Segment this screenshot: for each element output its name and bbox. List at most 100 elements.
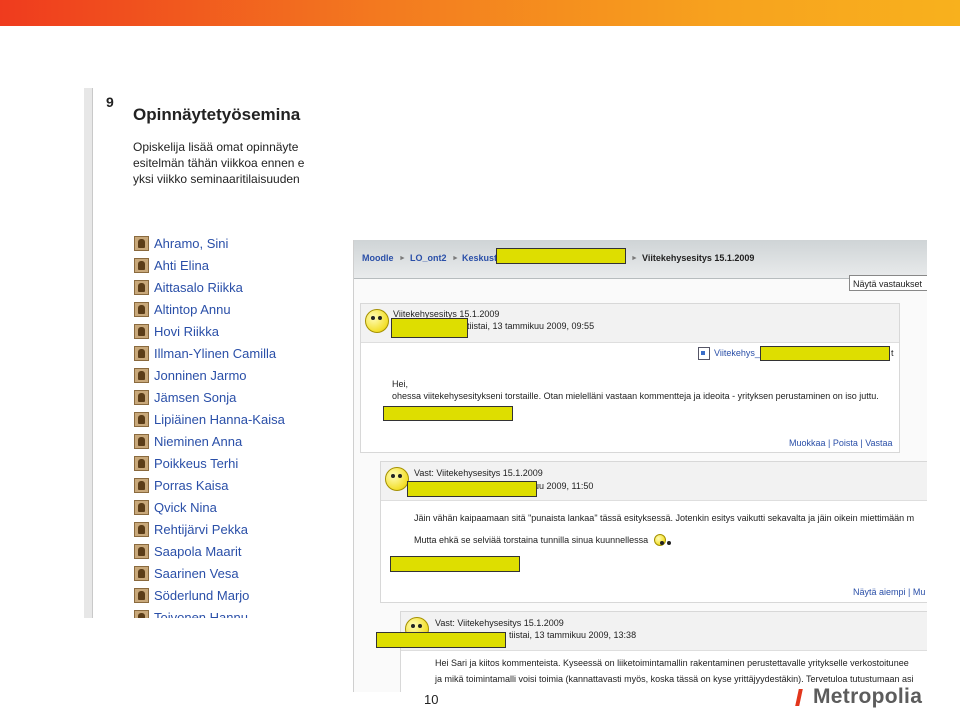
forum-discussion-screenshot: Moodle ► LO_ont2 ► Keskust ► Viitekehyse… [353, 240, 927, 692]
student-link[interactable]: Rehtijärvi Pekka [154, 522, 248, 537]
breadcrumb-separator-icon: ► [452, 255, 459, 262]
attachment-link-tail: t [891, 348, 894, 358]
post-date: uu 2009, 11:50 [534, 481, 594, 491]
slide-page-number: 10 [424, 692, 439, 707]
user-folder-icon [134, 499, 149, 515]
description-line: Opiskelija lisää omat opinnäyte [133, 140, 299, 154]
redaction-box [391, 318, 468, 338]
forum-post: Vast: Viitekehysesitys 15.1.2009 tiistai… [376, 611, 927, 692]
display-mode-select[interactable]: Näytä vastaukset [849, 275, 927, 291]
list-item[interactable]: Toivonen Hannu [134, 606, 285, 618]
list-item[interactable]: Ahti Elina [134, 254, 285, 276]
post-actions[interactable]: Näytä aiempi | Mu [853, 587, 925, 597]
breadcrumb-forum[interactable]: Keskust [462, 253, 497, 263]
post-date: tiistai, 13 tammikuu 2009, 09:55 [467, 321, 595, 331]
user-folder-icon [134, 301, 149, 317]
redaction-box [760, 346, 890, 361]
list-item[interactable]: Lipiäinen Hanna-Kaisa [134, 408, 285, 430]
user-avatar-icon[interactable] [365, 309, 389, 333]
student-link[interactable]: Toivonen Hannu [154, 610, 248, 619]
attachment-link[interactable]: Viitekehys_ [714, 348, 760, 358]
list-item[interactable]: Qvick Nina [134, 496, 285, 518]
user-folder-icon [134, 565, 149, 581]
student-link[interactable]: Aittasalo Riikka [154, 280, 243, 295]
user-folder-icon [134, 323, 149, 339]
user-folder-icon [134, 587, 149, 603]
list-item[interactable]: Saapola Maarit [134, 540, 285, 562]
section-side-bar [84, 88, 93, 618]
student-link[interactable]: Saarinen Vesa [154, 566, 239, 581]
redaction-box [376, 632, 506, 648]
redaction-box [383, 406, 513, 421]
student-link[interactable]: Ahti Elina [154, 258, 209, 273]
list-item[interactable]: Ahramo, Sini [134, 232, 285, 254]
forum-post: Vast: Viitekehysesitys 15.1.2009 uu 2009… [380, 461, 927, 603]
breadcrumb-moodle[interactable]: Moodle [362, 253, 394, 263]
user-folder-icon [134, 521, 149, 537]
post-date: tiistai, 13 tammikuu 2009, 13:38 [509, 630, 637, 640]
logo-mark-icon [795, 688, 803, 706]
user-folder-icon [134, 543, 149, 559]
section-description: Opiskelija lisää omat opinnäyte esitelmä… [133, 139, 316, 187]
student-link[interactable]: Nieminen Anna [154, 434, 242, 449]
user-avatar-icon[interactable] [385, 467, 409, 491]
metropolia-logo: Metropolia [795, 685, 923, 708]
list-item[interactable]: Jonninen Jarmo [134, 364, 285, 386]
breadcrumb-course[interactable]: LO_ont2 [410, 253, 447, 263]
user-folder-icon [134, 455, 149, 471]
user-folder-icon [134, 411, 149, 427]
redaction-box [390, 556, 520, 572]
list-item[interactable]: Saarinen Vesa [134, 562, 285, 584]
student-link[interactable]: Jonninen Jarmo [154, 368, 247, 383]
post-subject: Vast: Viitekehysesitys 15.1.2009 [435, 618, 564, 628]
list-item[interactable]: Rehtijärvi Pekka [134, 518, 285, 540]
list-item[interactable]: Illman-Ylinen Camilla [134, 342, 285, 364]
user-folder-icon [134, 367, 149, 383]
week-number: 9 [106, 94, 114, 110]
student-link[interactable]: Jämsen Sonja [154, 390, 236, 405]
attachment-icon [698, 347, 710, 360]
user-folder-icon [134, 235, 149, 251]
section-title: Opinnäytetyösemina [133, 105, 301, 124]
redaction-box [496, 248, 626, 264]
student-link[interactable]: Lipiäinen Hanna-Kaisa [154, 412, 285, 427]
redaction-box [407, 481, 537, 497]
user-folder-icon [134, 257, 149, 273]
list-item[interactable]: Söderlund Marjo [134, 584, 285, 606]
post-body-line: Mutta ehkä se selviää torstaina tunnilla… [414, 535, 649, 545]
student-link[interactable]: Saapola Maarit [154, 544, 241, 559]
user-folder-icon [134, 477, 149, 493]
student-link[interactable]: Illman-Ylinen Camilla [154, 346, 276, 361]
description-line: esitelmän tähän viikkoa ennen e [133, 156, 305, 170]
student-link[interactable]: Qvick Nina [154, 500, 217, 515]
forum-post: Viitekehysesitys 15.1.2009 tiistai, 13 t… [360, 303, 900, 453]
student-link[interactable]: Söderlund Marjo [154, 588, 249, 603]
student-link[interactable]: Altintop Annu [154, 302, 231, 317]
post-actions[interactable]: Muokkaa | Poista | Vastaa [789, 438, 893, 448]
user-folder-icon [134, 389, 149, 405]
list-item[interactable]: Hovi Riikka [134, 320, 285, 342]
description-line: yksi viikko seminaaritilaisuuden [133, 172, 300, 186]
list-item[interactable]: Aittasalo Riikka [134, 276, 285, 298]
student-link[interactable]: Porras Kaisa [154, 478, 228, 493]
list-item[interactable]: Jämsen Sonja [134, 386, 285, 408]
post-body-line: Jäin vähän kaipaamaan sitä "punaista lan… [414, 513, 915, 523]
user-folder-icon [134, 433, 149, 449]
list-item[interactable]: Nieminen Anna [134, 430, 285, 452]
student-link[interactable]: Hovi Riikka [154, 324, 219, 339]
user-folder-icon [134, 609, 149, 618]
student-link[interactable]: Ahramo, Sini [154, 236, 228, 251]
list-item[interactable]: Porras Kaisa [134, 474, 285, 496]
student-folder-list: Ahramo, Sini Ahti Elina Aittasalo Riikka… [134, 232, 285, 618]
user-folder-icon [134, 345, 149, 361]
logo-text: Metropolia [813, 685, 923, 708]
list-item[interactable]: Altintop Annu [134, 298, 285, 320]
post-body-line: Hei Sari ja kiitos kommenteista. Kyseess… [435, 658, 909, 668]
post-body-line: ohessa viitekehysesitykseni torstaille. … [392, 391, 879, 401]
student-link[interactable]: Poikkeus Terhi [154, 456, 238, 471]
user-folder-icon [134, 279, 149, 295]
breadcrumb-separator-icon: ► [399, 255, 406, 262]
breadcrumb-separator-icon: ► [631, 255, 638, 262]
course-week-section: 9 Opinnäytetyösemina Opiskelija lisää om… [84, 88, 316, 618]
list-item[interactable]: Poikkeus Terhi [134, 452, 285, 474]
